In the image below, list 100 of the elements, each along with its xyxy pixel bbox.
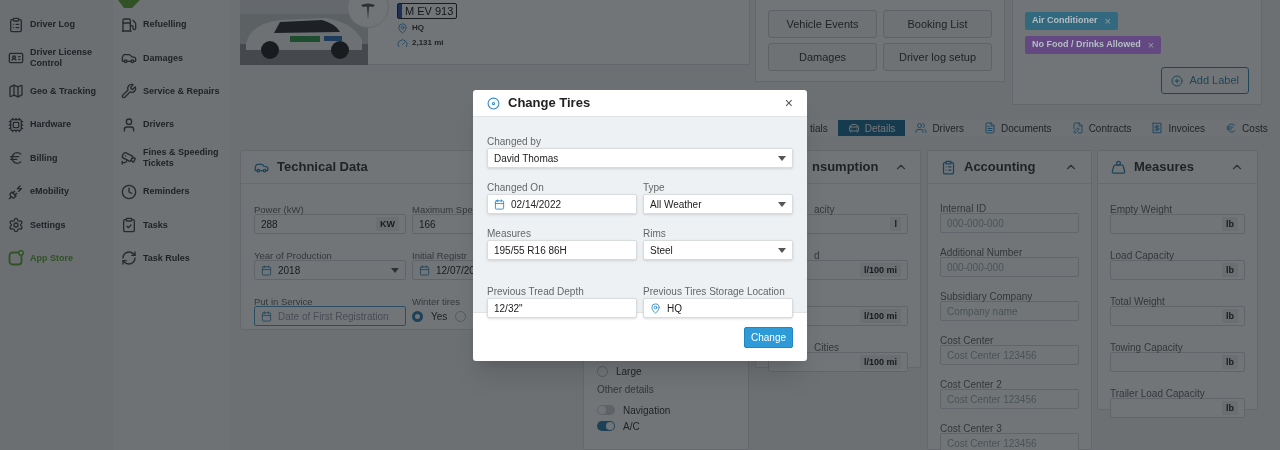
- date-field[interactable]: 02/14/2022: [487, 194, 637, 214]
- caret-icon: [391, 267, 399, 273]
- select-field[interactable]: Steel: [643, 240, 793, 260]
- radio-button[interactable]: [455, 310, 467, 322]
- sidebar-item[interactable]: Tasks: [143, 219, 168, 231]
- input-field[interactable]: lb: [1110, 306, 1245, 326]
- calendar-icon: [494, 198, 505, 210]
- field-label: Cost Center 3: [940, 423, 1002, 434]
- car-icon: [847, 122, 860, 134]
- pin-icon: [397, 22, 408, 34]
- field-label: Changed On: [487, 182, 544, 193]
- field-label: Type: [643, 182, 665, 193]
- tab[interactable]: Details: [837, 120, 906, 136]
- year-select[interactable]: 2018: [254, 260, 406, 280]
- card-title: Technical Data: [277, 158, 368, 177]
- tab[interactable]: Documents: [974, 120, 1062, 136]
- field-label: Load Capacity: [1110, 250, 1174, 261]
- input-field[interactable]: 288 KW: [254, 214, 406, 234]
- radio-label: Yes: [431, 309, 448, 324]
- input-field[interactable]: lb: [1110, 352, 1245, 372]
- sidebar-item[interactable]: Billing: [30, 152, 58, 164]
- unit-label: KW: [376, 217, 399, 231]
- gauge-icon: [397, 37, 408, 49]
- action-button[interactable]: Driver log setup: [883, 43, 992, 71]
- camera-icon: [121, 150, 137, 167]
- input-field[interactable]: 12/32": [487, 298, 637, 318]
- clock-icon: [121, 183, 137, 200]
- tab[interactable]: Contracts: [1061, 120, 1142, 136]
- input-field[interactable]: HQ: [643, 298, 793, 318]
- sidebar-item[interactable]: Refuelling: [143, 19, 187, 31]
- clipboard-icon: [8, 16, 24, 33]
- tab[interactable]: Costs: [1215, 120, 1278, 136]
- card-title: Measures: [1134, 158, 1194, 177]
- sidebar-item[interactable]: Task Rules: [143, 252, 190, 264]
- dialog-title: Change Tires: [508, 94, 592, 113]
- app-icon: [8, 250, 24, 267]
- sidebar-item[interactable]: Geo & Tracking: [30, 85, 97, 97]
- field-label: Changed by: [487, 136, 541, 147]
- radio-button[interactable]: [412, 310, 423, 322]
- vehicle-location: HQ: [412, 22, 424, 34]
- sidebar-item[interactable]: Drivers: [143, 119, 175, 131]
- remove-button[interactable]: ×: [1147, 36, 1155, 54]
- calendar-icon: [419, 264, 430, 276]
- tab[interactable]: Invoices: [1141, 120, 1216, 136]
- field-label: Internal ID: [940, 203, 987, 214]
- tab[interactable]: Drivers: [905, 120, 975, 136]
- action-button[interactable]: Damages: [768, 43, 877, 71]
- field-label: Cities: [814, 342, 839, 353]
- field-label: Rims: [643, 228, 666, 239]
- action-button[interactable]: Vehicle Events: [768, 10, 877, 38]
- document-icon: [984, 122, 997, 134]
- clipboard-check-icon: [121, 217, 137, 234]
- unit-label: l/100 mi: [859, 263, 901, 277]
- input-field[interactable]: lb: [1110, 398, 1245, 418]
- remove-button[interactable]: ×: [1104, 12, 1111, 30]
- caret-icon: [778, 155, 786, 161]
- unit-label: lb: [1222, 263, 1238, 277]
- chip-icon: [8, 116, 24, 133]
- sidebar-item[interactable]: Service & Repairs: [143, 85, 220, 97]
- select-field[interactable]: David Thomas: [487, 148, 793, 168]
- close-button[interactable]: ×: [784, 96, 793, 110]
- sidebar-item[interactable]: Settings: [30, 219, 66, 231]
- field-label: Previous Tires Storage Location: [643, 286, 785, 297]
- sidebar-item[interactable]: Driver Log: [30, 19, 75, 31]
- toggle-label: Navigation: [623, 403, 671, 418]
- sidebar-item[interactable]: App Store: [30, 252, 73, 264]
- sidebar-item[interactable]: Fines & Speeding Tickets: [143, 147, 230, 170]
- caret-icon: [778, 247, 786, 253]
- unit-label: lb: [1222, 401, 1238, 415]
- select-field[interactable]: All Weather: [643, 194, 793, 214]
- calendar-icon: [261, 264, 272, 276]
- unit-label: l/100 mi: [859, 355, 901, 369]
- toggle-label: A/C: [623, 419, 640, 434]
- add-label-button[interactable]: Add Label: [1161, 67, 1249, 94]
- ribbon-icon: [118, 0, 140, 8]
- sidebar-item[interactable]: Damages: [143, 52, 184, 64]
- change-button[interactable]: Change: [743, 326, 793, 348]
- card-title: Accounting: [964, 158, 1036, 177]
- pin-icon: [650, 302, 661, 314]
- field-label: Towing Capacity: [1110, 342, 1183, 353]
- tire-icon: [487, 96, 500, 110]
- sidebar-item[interactable]: Driver License Control: [30, 47, 113, 70]
- action-button[interactable]: Booking List: [883, 10, 992, 38]
- input-field[interactable]: lb: [1110, 214, 1245, 234]
- calendar-icon: [261, 310, 272, 322]
- field-label: Previous Tread Depth: [487, 286, 584, 297]
- sidebar-item[interactable]: eMobility: [30, 186, 69, 198]
- input-field[interactable]: lb: [1110, 260, 1245, 280]
- map-icon: [8, 83, 24, 100]
- toggle-switch[interactable]: [597, 421, 615, 431]
- unit-label: l/100 mi: [859, 309, 901, 323]
- wrench-icon: [121, 83, 137, 100]
- radio-button[interactable]: [597, 365, 608, 377]
- field-label: Cost Center: [940, 335, 994, 346]
- input-field[interactable]: 195/55 R16 86H: [487, 240, 637, 260]
- section-label: Other details: [597, 383, 655, 397]
- sidebar-item[interactable]: Hardware: [30, 119, 72, 131]
- sidebar-item[interactable]: Reminders: [143, 186, 190, 198]
- file-pen-icon: [1071, 122, 1084, 134]
- caret-icon: [778, 201, 786, 207]
